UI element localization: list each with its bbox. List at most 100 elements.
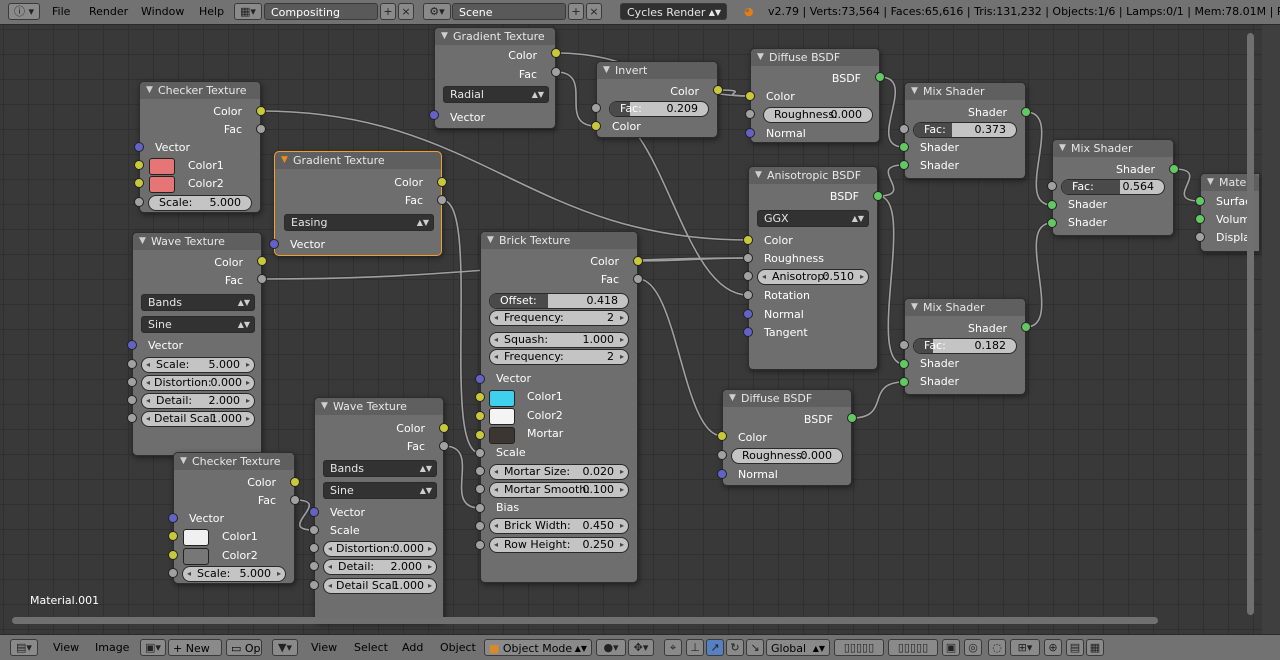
color-socket[interactable]	[633, 256, 643, 266]
distortion-slider[interactable]: ◂ Distortion: 0.000 ▸	[141, 375, 255, 391]
node-editor[interactable]: ▼ Gradient Texture Color Fac Radial ▲▼ Vec…	[0, 25, 1280, 634]
delete-screen-icon[interactable]: ×	[398, 3, 414, 20]
value-socket[interactable]	[475, 448, 485, 458]
wave-profile-dropdown[interactable]: Sine ▲▼	[141, 316, 255, 333]
open-image-button[interactable]: ▭ Op	[226, 639, 262, 656]
color-socket[interactable]	[439, 423, 449, 433]
increment-arrow-icon[interactable]: ▸	[277, 567, 281, 581]
vector-socket[interactable]	[475, 374, 485, 384]
collapse-triangle-icon[interactable]: ▼	[729, 390, 736, 407]
color-socket[interactable]	[475, 392, 485, 402]
vector-socket[interactable]	[743, 309, 753, 319]
orientation-select[interactable]: Global ▲▼	[766, 639, 830, 656]
collapse-triangle-icon[interactable]: ▼	[139, 233, 146, 250]
shader-socket[interactable]	[899, 142, 909, 152]
collapse-triangle-icon[interactable]: ▼	[180, 453, 187, 470]
decrement-arrow-icon[interactable]: ◂	[494, 311, 498, 325]
value-socket[interactable]	[257, 274, 267, 284]
color1-swatch[interactable]	[183, 529, 209, 546]
image-browse-icon[interactable]: ▣▾	[140, 639, 166, 656]
mode-select[interactable]: ■ Object Mode ▲▼	[484, 639, 592, 656]
value-socket[interactable]	[475, 484, 485, 494]
menu-view[interactable]: View	[53, 640, 79, 656]
color-socket[interactable]	[475, 430, 485, 440]
menu-view-2[interactable]: View	[311, 640, 337, 656]
value-socket[interactable]	[309, 525, 319, 535]
color2-swatch[interactable]	[489, 408, 515, 425]
increment-arrow-icon[interactable]: ▸	[428, 560, 432, 574]
detail-slider[interactable]: ◂ Detail: 2.000 ▸	[323, 559, 437, 575]
color-socket[interactable]	[168, 531, 178, 541]
value-socket[interactable]	[1195, 232, 1205, 242]
decrement-arrow-icon[interactable]: ◂	[146, 412, 150, 426]
increment-arrow-icon[interactable]: ▸	[428, 579, 432, 593]
increment-arrow-icon[interactable]: ▸	[246, 376, 250, 390]
value-socket[interactable]	[127, 377, 137, 387]
squash-slider[interactable]: ◂ Squash: 1.000 ▸	[489, 332, 629, 348]
value-socket[interactable]	[899, 340, 909, 350]
node-header[interactable]: ▼ Gradient Texture	[435, 28, 555, 45]
decrement-arrow-icon[interactable]: ◂	[328, 560, 332, 574]
menu-select[interactable]: Select	[354, 640, 388, 656]
node-gradient-texture-easing[interactable]: ▼ Gradient Texture Color Fac Easing ▲▼ Vec…	[274, 151, 442, 256]
value-socket[interactable]	[633, 274, 643, 284]
node-header[interactable]: ▼ Diffuse BSDF	[751, 49, 879, 66]
menu-object[interactable]: Object	[440, 640, 476, 656]
collapse-triangle-icon[interactable]: ▼	[755, 167, 762, 184]
color1-swatch[interactable]	[489, 390, 515, 407]
decrement-arrow-icon[interactable]: ◂	[494, 465, 498, 479]
layers-grid-2-icon[interactable]: ▯▯▯▯▯	[888, 639, 938, 656]
shader-socket[interactable]	[1169, 164, 1179, 174]
layer-lock-icon[interactable]: ▣	[942, 639, 960, 656]
mortar-swatch[interactable]	[489, 427, 515, 444]
color2-swatch[interactable]	[183, 548, 209, 565]
horizontal-scrollbar[interactable]	[12, 617, 1158, 624]
value-socket[interactable]	[475, 540, 485, 550]
collapse-triangle-icon[interactable]: ▼	[911, 83, 918, 100]
color-socket[interactable]	[437, 177, 447, 187]
scale-slider[interactable]: Scale: 5.000	[148, 195, 252, 211]
vector-socket[interactable]	[309, 507, 319, 517]
color2-swatch[interactable]	[149, 176, 175, 193]
increment-arrow-icon[interactable]: ▸	[620, 483, 624, 497]
node-header[interactable]: ▼ Diffuse BSDF	[723, 390, 851, 407]
node-header[interactable]: ▼ Checker Texture	[174, 453, 294, 470]
render-engine-select[interactable]: Cycles Render ▲▼	[620, 3, 727, 20]
value-socket[interactable]	[475, 521, 485, 531]
collapse-triangle-icon[interactable]: ▼	[911, 299, 918, 316]
shader-socket[interactable]	[847, 413, 857, 423]
wave-profile-dropdown[interactable]: Sine ▲▼	[323, 482, 437, 499]
value-socket[interactable]	[127, 395, 137, 405]
decrement-arrow-icon[interactable]: ◂	[187, 567, 191, 581]
vector-socket[interactable]	[429, 110, 439, 120]
row-height-slider[interactable]: ◂ Row Height: 0.250 ▸	[489, 537, 629, 553]
color-socket[interactable]	[475, 411, 485, 421]
vector-socket[interactable]	[743, 327, 753, 337]
snap-element-icon[interactable]: ⊞▾	[1010, 639, 1040, 656]
wave-type-dropdown[interactable]: Bands ▲▼	[323, 460, 437, 477]
increment-arrow-icon[interactable]: ▸	[428, 542, 432, 556]
node-header[interactable]: ▼ Wave Texture	[315, 398, 443, 415]
vector-socket[interactable]	[134, 142, 144, 152]
value-socket[interactable]	[743, 253, 753, 263]
node-header[interactable]: ▼ Mix Shader	[905, 299, 1025, 316]
color-socket[interactable]	[713, 85, 723, 95]
node-header[interactable]: ▼ Wave Texture	[133, 233, 261, 250]
brick-width-slider[interactable]: ◂ Brick Width: 0.450 ▸	[489, 518, 629, 534]
snap-target-icon[interactable]: ⊕	[1044, 639, 1062, 656]
value-socket[interactable]	[717, 450, 727, 460]
decrement-arrow-icon[interactable]: ◂	[146, 394, 150, 408]
mortar-smooth-slider[interactable]: ◂ Mortar Smooth: 0.100 ▸	[489, 482, 629, 498]
wave-type-dropdown[interactable]: Bands ▲▼	[141, 294, 255, 311]
gradient-type-dropdown[interactable]: Easing ▲▼	[284, 214, 434, 231]
scene-field[interactable]: Scene	[452, 3, 566, 20]
color-socket[interactable]	[290, 477, 300, 487]
value-socket[interactable]	[591, 103, 601, 113]
increment-arrow-icon[interactable]: ▸	[246, 412, 250, 426]
snap-icon[interactable]: ⌖	[664, 639, 682, 656]
node-header[interactable]: ▼ Mix Shader	[905, 83, 1025, 100]
scale-slider[interactable]: ◂ Scale: 5.000 ▸	[182, 566, 286, 582]
node-checker-texture-2[interactable]: ▼ Checker Texture Color Fac Vector Color1…	[173, 452, 295, 584]
color-socket[interactable]	[168, 550, 178, 560]
node-mix-shader-1[interactable]: ▼ Mix Shader Shader Fac: 0.373 Shader Shad…	[904, 82, 1026, 179]
